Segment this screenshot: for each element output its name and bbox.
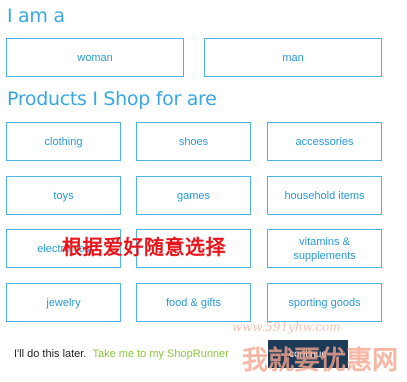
option-label: vitamins & supplements (293, 235, 356, 262)
option-label: man (282, 51, 304, 64)
gender-heading: I am a (7, 5, 65, 27)
option-sporting-goods[interactable]: sporting goods (267, 283, 382, 322)
watermark-logo: 我就要优惠网 (242, 346, 398, 376)
option-label: accessories (295, 135, 354, 148)
option-label: sporting goods (288, 296, 361, 309)
option-vitamins-supplements[interactable]: vitamins & supplements (267, 229, 382, 268)
option-label: clothing (44, 135, 83, 148)
option-label: games (176, 189, 211, 202)
option-clothing[interactable]: clothing (6, 122, 121, 161)
option-label: food & gifts (165, 296, 222, 309)
option-label: jewelry (46, 296, 81, 309)
products-heading: Products I Shop for are (7, 88, 217, 110)
take-me-link[interactable]: Take me to my ShopRunner (92, 348, 228, 360)
option-label: toys (53, 189, 74, 202)
option-jewelry[interactable]: jewelry (6, 283, 121, 322)
option-food-gifts[interactable]: food & gifts (136, 283, 251, 322)
overlay-caption: 根据爱好随意选择 (62, 235, 226, 259)
option-toys[interactable]: toys (6, 176, 121, 215)
skip-link[interactable]: I'll do this later. (14, 348, 86, 360)
option-accessories[interactable]: accessories (267, 122, 382, 161)
watermark-url: www.591yhw.com (232, 320, 341, 334)
option-label: household items (284, 189, 365, 202)
option-games[interactable]: games (136, 176, 251, 215)
option-household-items[interactable]: household items (267, 176, 382, 215)
option-label: woman (77, 51, 113, 64)
option-label: shoes (178, 135, 209, 148)
footer-links: I'll do this later. Take me to my ShopRu… (14, 348, 229, 360)
option-man[interactable]: man (204, 38, 382, 77)
option-woman[interactable]: woman (6, 38, 184, 77)
svg-text:我就要优惠网: 我就要优惠网 (242, 346, 398, 376)
option-shoes[interactable]: shoes (136, 122, 251, 161)
